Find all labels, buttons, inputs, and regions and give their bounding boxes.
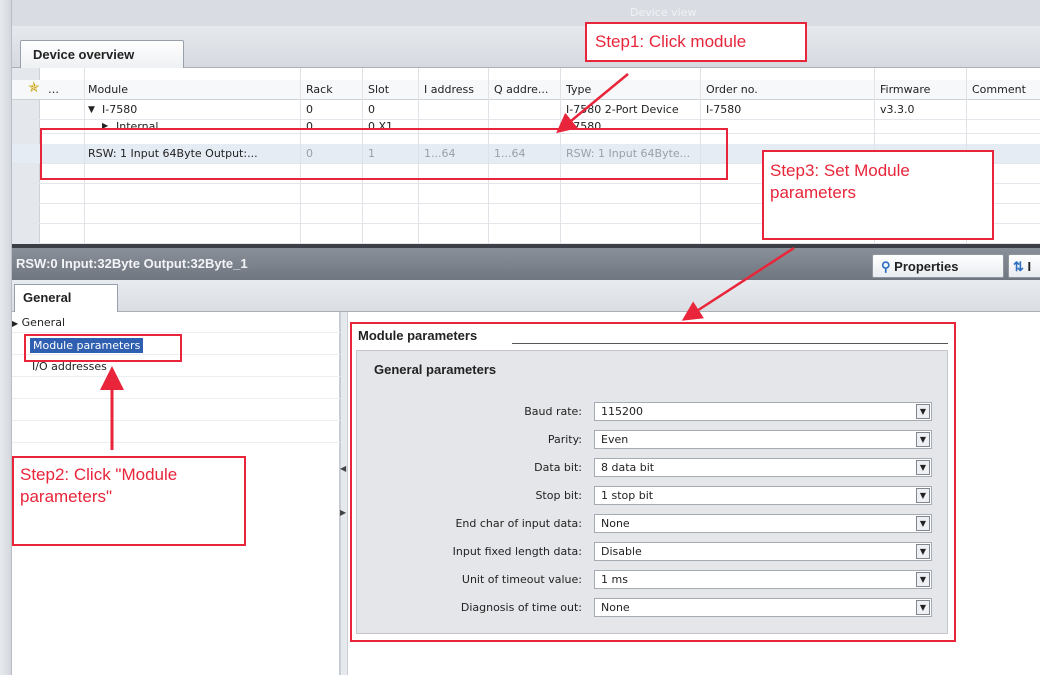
step3-callout: Step3: Set Module parameters — [762, 150, 994, 240]
col-i-address[interactable]: I address — [424, 83, 474, 96]
highlight-module-parameters — [24, 334, 182, 362]
col-module[interactable]: Module — [88, 83, 128, 96]
info-icon: ⇅ — [1013, 259, 1024, 274]
step1-callout: Step1: Click module — [585, 22, 807, 62]
table-row[interactable]: ▼ I-7580 0 0 I-7580 2-Port Device I-7580… — [12, 100, 1040, 120]
panel-splitter[interactable]: ◀ ▶ — [340, 312, 348, 675]
col-q-address[interactable]: Q addre... — [494, 83, 548, 96]
nav-separator — [12, 420, 340, 421]
tab-info-label: I — [1027, 259, 1032, 274]
highlight-parameters-panel — [350, 322, 956, 642]
table-header: ✯ … Module Rack Slot I address Q addre..… — [12, 80, 1040, 100]
expand-right-icon[interactable]: ▶ — [340, 508, 346, 517]
window-title: Device view — [630, 6, 697, 19]
col-type[interactable]: Type — [566, 83, 591, 96]
left-edge — [0, 0, 12, 675]
properties-icon: ⚲ — [881, 259, 891, 274]
col-comment[interactable]: Comment — [972, 83, 1026, 96]
highlight-module-row — [40, 128, 728, 180]
collapse-left-icon[interactable]: ◀ — [340, 464, 346, 473]
row-order-no: I-7580 — [706, 103, 742, 116]
col-slot[interactable]: Slot — [368, 83, 389, 96]
row-rack: 0 — [306, 103, 313, 116]
nav-separator — [12, 442, 340, 443]
tab-general[interactable]: General — [14, 284, 118, 312]
header-ellipsis: … — [48, 83, 59, 96]
tab-properties[interactable]: ⚲ Properties — [872, 254, 1004, 278]
nav-item-general[interactable]: ▶ General — [12, 316, 92, 330]
col-order-no[interactable]: Order no. — [706, 83, 758, 96]
step2-callout: Step2: Click "Module parameters" — [12, 456, 246, 546]
nav-separator — [12, 398, 340, 399]
expand-right-icon: ▶ — [12, 319, 19, 328]
row-module: I-7580 — [102, 103, 138, 116]
row-type: I-7580 2-Port Device — [566, 103, 679, 116]
col-rack[interactable]: Rack — [306, 83, 333, 96]
row-firmware: v3.3.0 — [880, 103, 915, 116]
nav-item-general-label: General — [21, 316, 66, 329]
tab-properties-label: Properties — [894, 259, 959, 274]
properties-subtab-bar — [12, 280, 1040, 312]
title-bar: Device view — [0, 0, 1040, 26]
nav-separator — [12, 376, 340, 377]
tab-device-overview[interactable]: Device overview — [20, 40, 184, 68]
expand-down-icon[interactable]: ▼ — [88, 105, 95, 115]
network-icon: ✯ — [28, 80, 40, 96]
col-firmware[interactable]: Firmware — [880, 83, 930, 96]
nav-separator — [12, 332, 340, 333]
row-slot: 0 — [368, 103, 375, 116]
tab-info[interactable]: ⇅ I — [1008, 254, 1040, 278]
properties-title: RSW:0 Input:32Byte Output:32Byte_1 — [16, 256, 248, 271]
